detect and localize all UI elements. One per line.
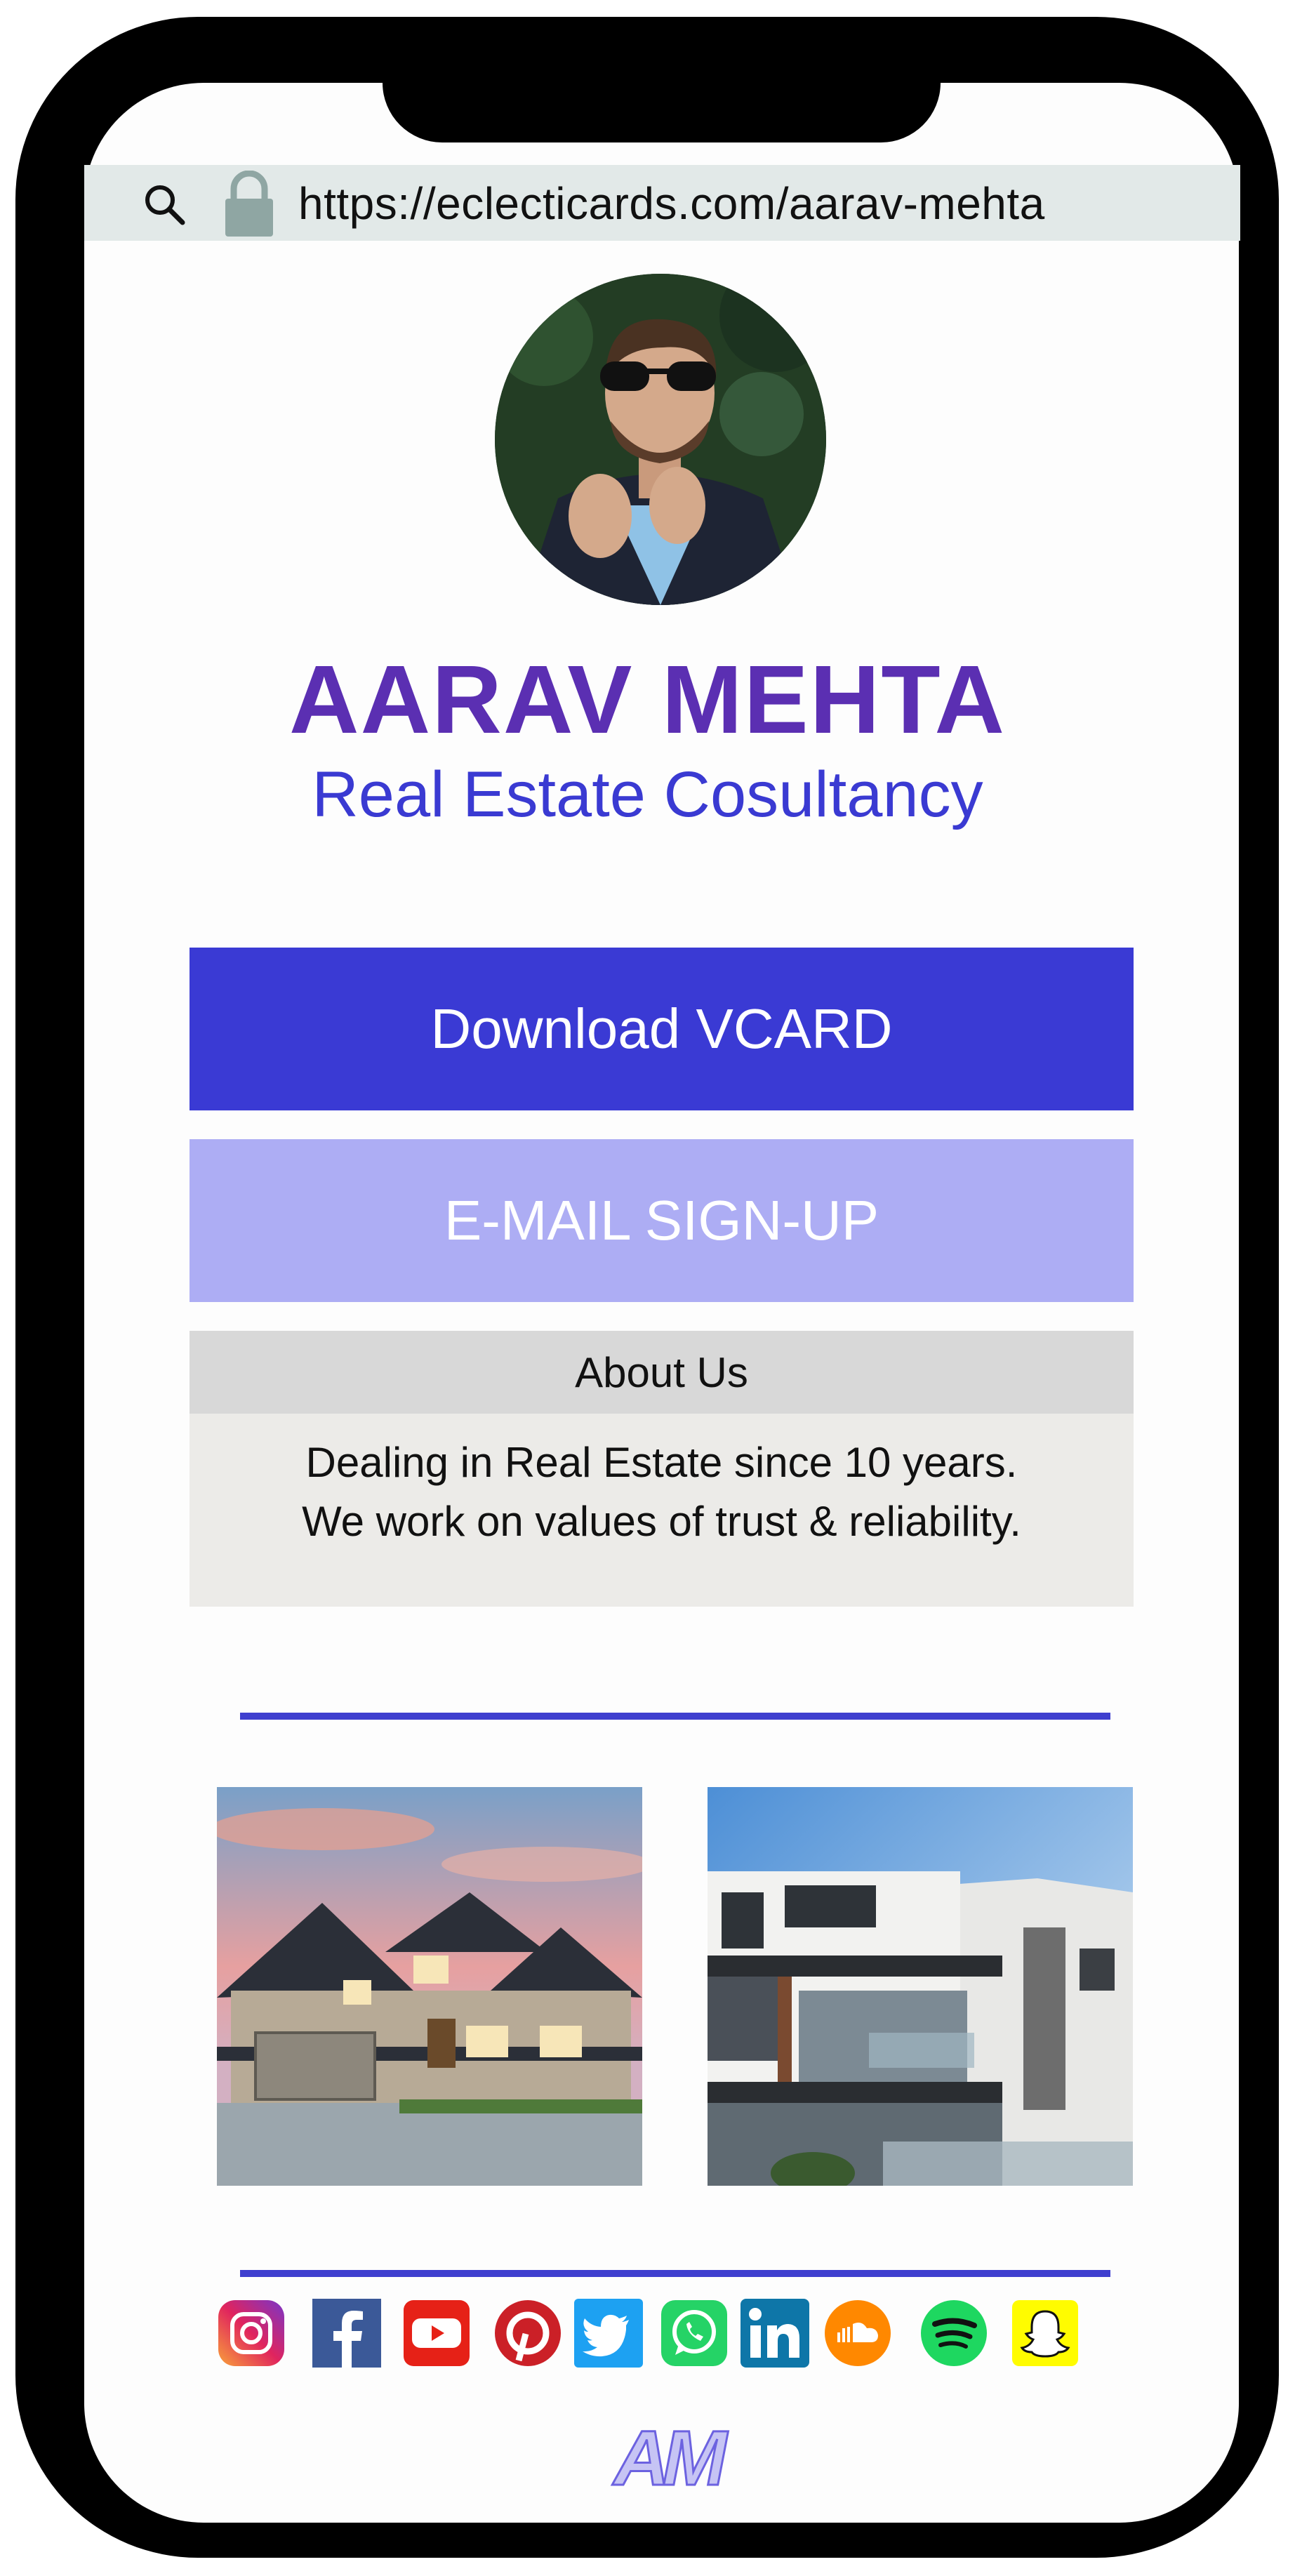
about-line-2: We work on values of trust & reliability…	[302, 1498, 1021, 1545]
facebook-icon[interactable]	[312, 2299, 381, 2368]
logo-text: AM	[611, 2415, 728, 2499]
youtube-icon[interactable]	[402, 2299, 471, 2368]
profile-tagline: Real Estate Cosultancy	[312, 759, 983, 830]
snapchat-icon[interactable]	[1011, 2299, 1080, 2368]
house-photo[interactable]	[217, 1787, 642, 2186]
about-heading: About Us	[190, 1331, 1134, 1414]
url-text[interactable]: https://eclecticards.com/aarav-mehta	[298, 178, 1045, 230]
divider-top	[240, 1713, 1110, 1720]
am-logo: AM	[611, 2415, 730, 2499]
profile-avatar	[495, 274, 826, 605]
lock-icon	[225, 171, 273, 237]
about-line-1: Dealing in Real Estate since 10 years.	[305, 1439, 1018, 1486]
instagram-icon[interactable]	[217, 2299, 286, 2368]
search-icon[interactable]	[140, 180, 190, 230]
profile-name: AARAV MEHTA	[288, 646, 1007, 754]
soundcloud-icon[interactable]	[823, 2299, 892, 2368]
email-signup-button[interactable]: E-MAIL SIGN-UP	[190, 1139, 1134, 1302]
address-bar[interactable]: https://eclecticards.com/aarav-mehta	[84, 165, 1240, 241]
about-text: Dealing in Real Estate since 10 years. W…	[190, 1414, 1134, 1551]
pinterest-icon[interactable]	[493, 2299, 562, 2368]
modern-building-photo[interactable]	[708, 1787, 1133, 2186]
divider-bottom	[240, 2270, 1110, 2277]
phone-notch	[383, 83, 941, 142]
social-links	[0, 2299, 1295, 2376]
twitter-icon[interactable]	[574, 2299, 643, 2368]
whatsapp-icon[interactable]	[660, 2299, 729, 2368]
spotify-icon[interactable]	[919, 2299, 988, 2368]
download-vcard-button[interactable]: Download VCARD	[190, 948, 1134, 1110]
linkedin-icon[interactable]	[741, 2299, 809, 2368]
about-section: About Us Dealing in Real Estate since 10…	[190, 1331, 1134, 1607]
